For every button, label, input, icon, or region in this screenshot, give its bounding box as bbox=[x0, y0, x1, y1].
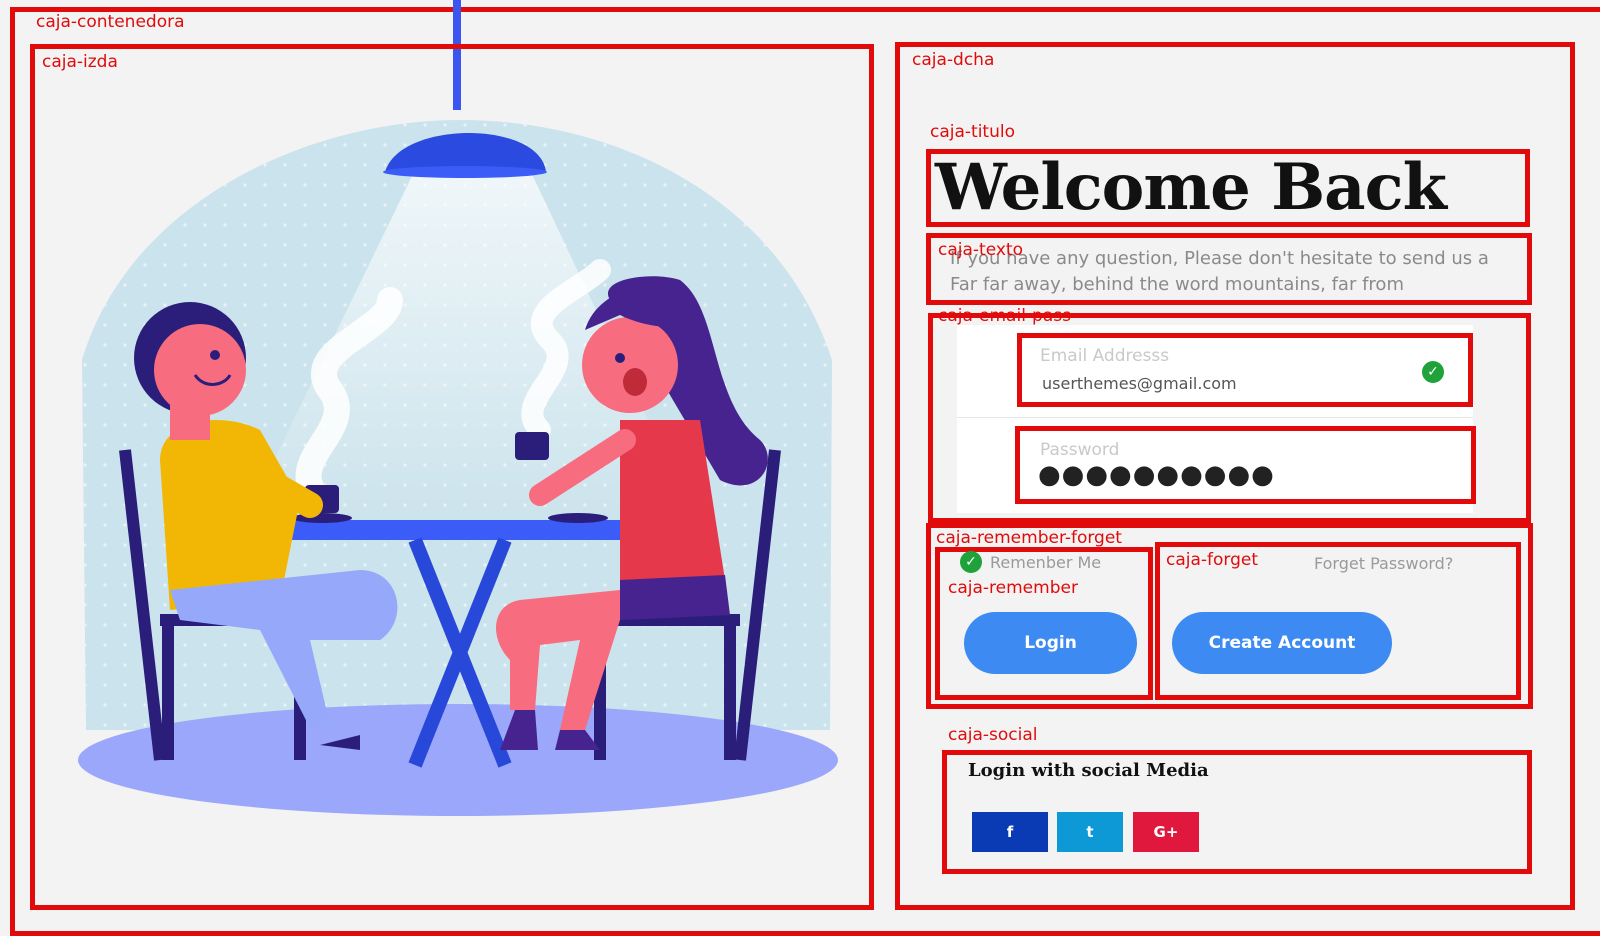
google-plus-button[interactable]: G+ bbox=[1133, 812, 1199, 852]
label-caja-dcha: caja-dcha bbox=[912, 50, 995, 70]
label-caja-contenedora: caja-contenedora bbox=[36, 12, 185, 32]
table-top bbox=[260, 520, 660, 540]
google-plus-icon: G+ bbox=[1153, 823, 1179, 841]
email-value[interactable]: userthemes@gmail.com bbox=[1042, 374, 1237, 393]
email-placeholder: Email Addresss bbox=[1040, 346, 1170, 366]
remember-me-label[interactable]: Remenber Me bbox=[990, 553, 1101, 572]
label-caja-texto: caja-texto bbox=[938, 240, 1023, 260]
create-account-button[interactable]: Create Account bbox=[1172, 612, 1392, 674]
facebook-icon: f bbox=[1006, 823, 1014, 841]
password-placeholder: Password bbox=[1040, 440, 1120, 460]
check-circle-icon: ✓ bbox=[1422, 361, 1444, 383]
label-caja-remember: caja-remember bbox=[948, 578, 1078, 598]
password-value[interactable]: ●●●●●●●●●● bbox=[1038, 460, 1275, 490]
login-button[interactable]: Login bbox=[964, 612, 1137, 674]
forget-password-link[interactable]: Forget Password? bbox=[1314, 554, 1453, 573]
label-caja-social: caja-social bbox=[948, 725, 1038, 745]
check-circle-icon[interactable]: ✓ bbox=[960, 551, 982, 573]
label-caja-forget: caja-forget bbox=[1166, 550, 1259, 570]
twitter-button[interactable]: t bbox=[1057, 812, 1123, 852]
twitter-icon: t bbox=[1086, 823, 1094, 841]
caja-titulo bbox=[926, 149, 1530, 227]
social-title: Login with social Media bbox=[968, 760, 1209, 781]
label-caja-email-pass: caja-email-pass bbox=[938, 306, 1071, 326]
field-divider bbox=[957, 417, 1473, 418]
label-caja-izda: caja-izda bbox=[42, 52, 118, 72]
facebook-button[interactable]: f bbox=[972, 812, 1048, 852]
illustration bbox=[78, 120, 838, 816]
email-field[interactable] bbox=[1017, 333, 1473, 407]
label-caja-titulo: caja-titulo bbox=[930, 122, 1015, 142]
label-caja-remember-forget: caja-remember-forget bbox=[936, 528, 1122, 548]
